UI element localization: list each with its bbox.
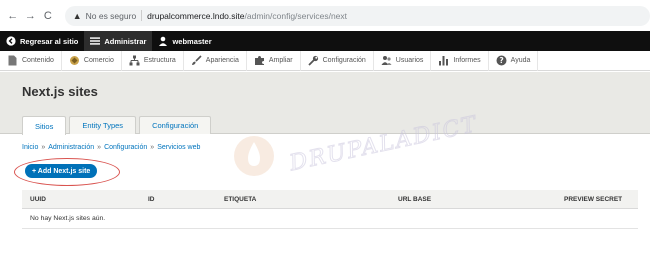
tray-item-contenido[interactable]: Contenido (0, 50, 62, 71)
user-icon (158, 36, 168, 46)
forward-arrow-icon[interactable]: → (24, 9, 38, 23)
tray-item-label: Ampliar (268, 57, 293, 64)
admin-toolbar: Regresar al sitio Administrar webmaster (0, 31, 650, 51)
tab-configuracion[interactable]: Configuración (139, 116, 212, 134)
address-bar[interactable]: ▲ No es seguro drupalcommerce.lndo.site … (64, 5, 650, 26)
empty-message: No hay Next.js sites aún. (30, 215, 106, 222)
url-path: /admin/config/services/next (244, 10, 348, 21)
column-header-id[interactable]: ID (140, 196, 216, 203)
add-nextjs-site-button[interactable]: + Add Next.js site (25, 164, 98, 178)
chevron-left-circle-icon (6, 36, 16, 46)
tray-item-comercio[interactable]: Comercio (62, 50, 122, 71)
tray-item-label: Contenido (22, 57, 54, 64)
breadcrumb-link-administracion[interactable]: Administración (48, 144, 94, 151)
url-host: drupalcommerce.lndo.site (147, 10, 245, 21)
breadcrumb-link-inicio[interactable]: Inicio (22, 144, 38, 151)
table-empty-row: No hay Next.js sites aún. (22, 209, 638, 229)
breadcrumb-separator: » (41, 144, 46, 151)
manage-menu-button[interactable]: Administrar (84, 31, 153, 51)
tray-item-label: Estructura (143, 57, 176, 64)
tray-item-ampliar[interactable]: Ampliar (247, 50, 301, 71)
tray-item-configuracion[interactable]: Configuración (301, 50, 374, 71)
page-header: Next.js sites Sitios Entity Types Config… (0, 72, 650, 135)
address-divider (141, 10, 143, 21)
file-icon (7, 55, 18, 66)
breadcrumb-separator: » (150, 144, 155, 151)
back-arrow-icon[interactable]: ← (6, 9, 20, 23)
wrench-icon (307, 55, 319, 66)
puzzle-icon (254, 55, 265, 66)
chart-icon (438, 55, 449, 66)
table-header: UUID ID ETIQUETA URL BASE PREVIEW SECRET (22, 190, 638, 209)
tray-item-ayuda[interactable]: ? Ayuda (489, 50, 539, 71)
manage-menu-label: Administrar (104, 36, 147, 46)
browser-bar: ← → C ▲ No es seguro drupalcommerce.lndo… (0, 0, 650, 31)
structure-icon (129, 55, 140, 66)
back-to-site-link[interactable]: Regresar al sitio (0, 31, 84, 51)
page-title: Next.js sites (22, 84, 98, 99)
commerce-icon (69, 55, 80, 66)
breadcrumb-link-servicios-web[interactable]: Servicios web (157, 144, 200, 151)
help-icon: ? (496, 55, 507, 66)
tray-item-label: Apariencia (205, 57, 239, 64)
user-menu-button[interactable]: webmaster (152, 31, 217, 51)
tray-item-label: Configuración (322, 57, 366, 64)
warning-icon: ▲ (72, 10, 82, 21)
primary-tabs: Sitios Entity Types Configuración (22, 116, 214, 135)
brush-icon (191, 55, 202, 66)
column-header-url-base[interactable]: URL BASE (390, 196, 556, 203)
users-icon (381, 55, 392, 66)
column-header-etiqueta[interactable]: ETIQUETA (216, 196, 390, 203)
back-to-site-label: Regresar al sitio (20, 36, 79, 46)
admin-tray: Contenido Comercio Estructura Apariencia… (0, 50, 650, 71)
tray-item-apariencia[interactable]: Apariencia (184, 50, 247, 71)
tray-item-informes[interactable]: Informes (431, 50, 489, 71)
breadcrumb: Inicio » Administración » Configuración … (22, 144, 200, 151)
tray-item-label: Ayuda (510, 57, 531, 64)
sites-table: UUID ID ETIQUETA URL BASE PREVIEW SECRET… (22, 190, 638, 229)
breadcrumb-link-configuracion[interactable]: Configuración (104, 144, 147, 151)
tray-item-label: Usuarios (395, 57, 424, 64)
hamburger-icon (90, 36, 101, 46)
user-menu-label: webmaster (172, 36, 212, 46)
security-status[interactable]: No es seguro (86, 11, 137, 21)
tray-item-estructura[interactable]: Estructura (122, 50, 184, 71)
tray-item-label: Informes (453, 57, 481, 64)
tray-item-label: Comercio (83, 57, 114, 64)
reload-icon[interactable]: C (41, 9, 55, 23)
breadcrumb-separator: » (97, 144, 102, 151)
tray-item-usuarios[interactable]: Usuarios (374, 50, 432, 71)
column-header-preview-secret[interactable]: PREVIEW SECRET (556, 196, 638, 203)
tab-entity-types[interactable]: Entity Types (69, 116, 137, 134)
column-header-uuid[interactable]: UUID (22, 196, 140, 203)
tab-sitios[interactable]: Sitios (22, 116, 67, 135)
svg-text:?: ? (499, 56, 503, 65)
